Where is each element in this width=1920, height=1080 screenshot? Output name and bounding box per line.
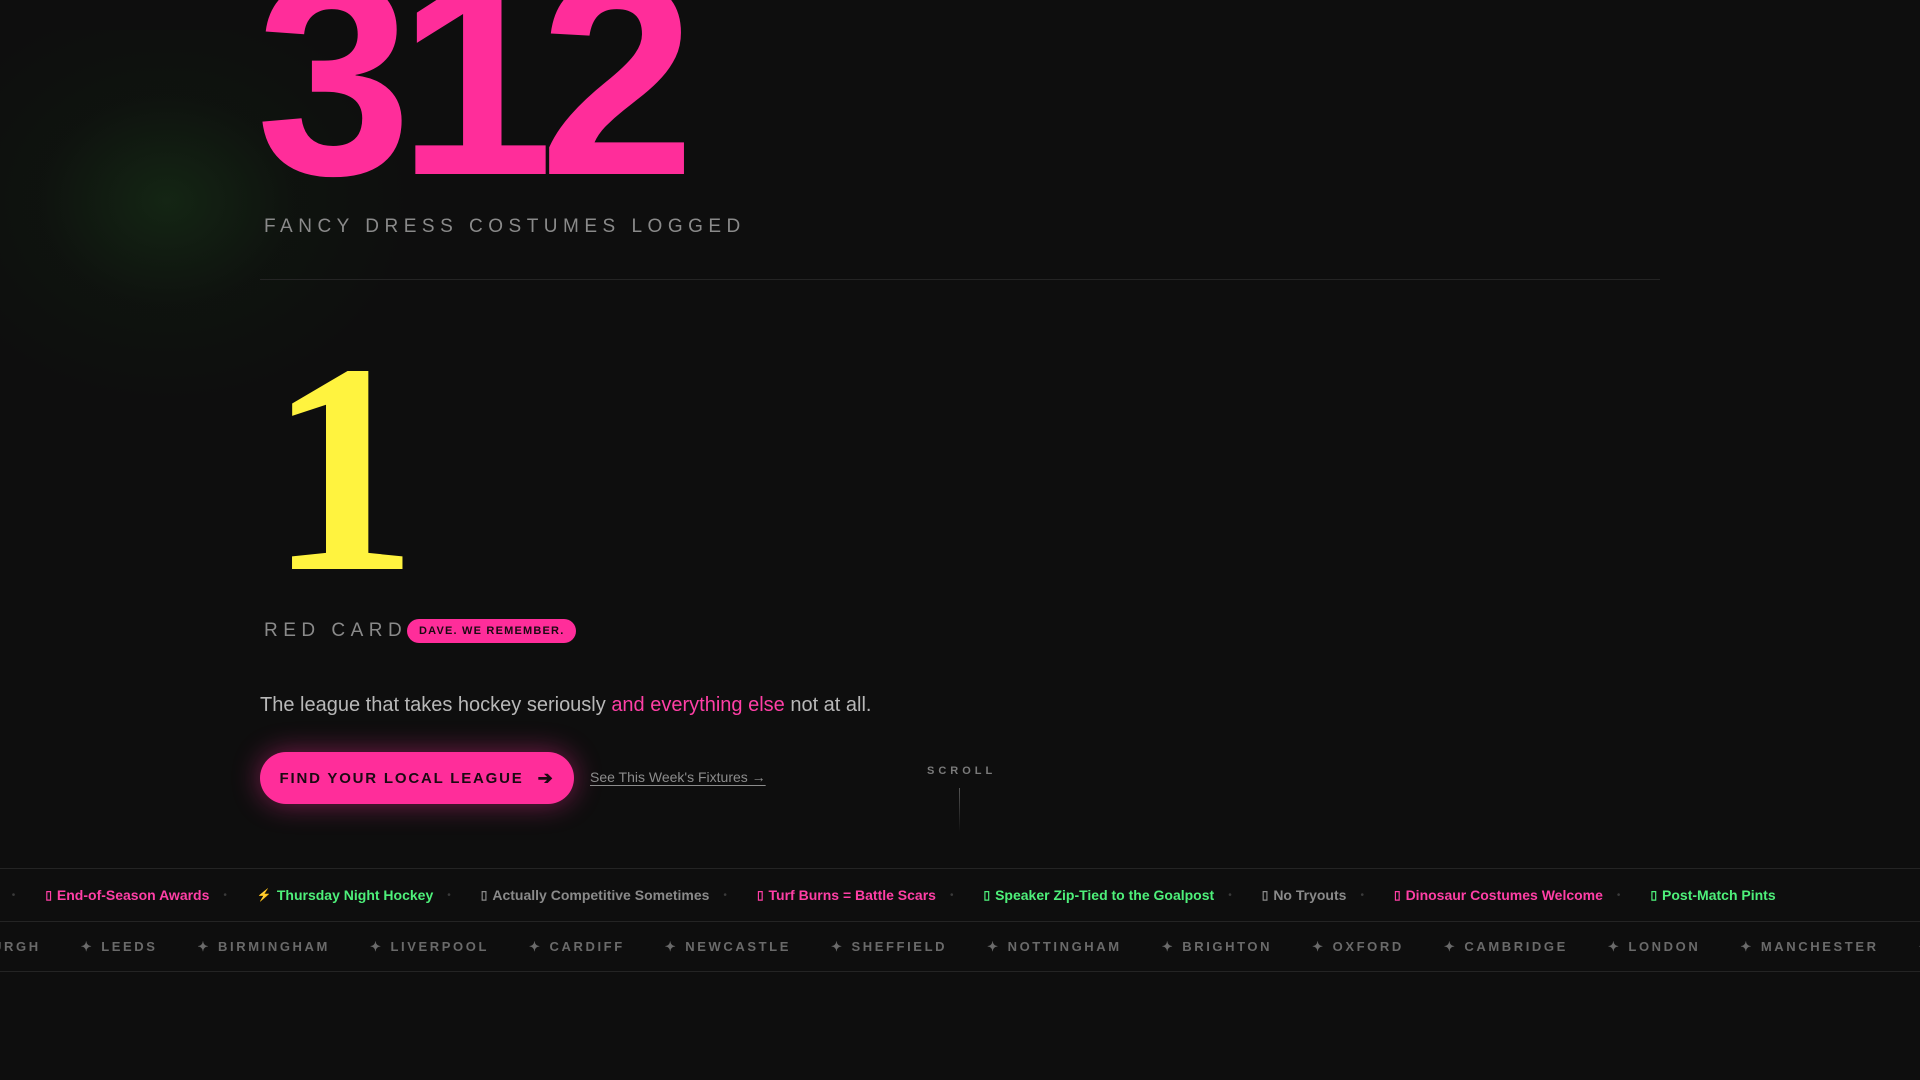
sparkle-icon: ✦ <box>369 938 384 954</box>
target-icon: ▯ <box>480 888 488 902</box>
sparkle-icon: ✦ <box>1740 938 1754 954</box>
arrow-right-icon: ➔ <box>537 767 555 788</box>
find-league-button-label: FIND YOUR LOCAL LEAGUE <box>279 769 524 787</box>
sparkle-icon: ✦ <box>1312 938 1326 954</box>
beer-icon: ▯ <box>1650 888 1658 902</box>
fixtures-link[interactable]: See This Week's Fixtures → <box>590 769 766 785</box>
ticker-item: ▯ Dinosaur Costumes Welcome <box>1394 887 1603 903</box>
features-ticker: s•▯End-of-Season Awards•⚡Thursday Night … <box>0 868 1920 921</box>
sparkle-icon: ✦ <box>80 938 95 954</box>
city-item: ✦ LIVERPOOL <box>370 939 489 955</box>
megaphone-icon: ▯ <box>983 888 991 902</box>
ticker-item-text: No Tryouts <box>1273 887 1347 903</box>
ticker-item-text: Dinosaur Costumes Welcome <box>1405 887 1603 903</box>
ticker-item: ▯ End-of-Season Awards <box>45 887 209 903</box>
ticker-item: ▯ Post-Match Pints <box>1650 887 1775 903</box>
city-name: URGH <box>0 939 41 954</box>
city-name: NOTTINGHAM <box>1007 938 1122 954</box>
ticker-separator: • <box>723 889 727 901</box>
ticker-separator: • <box>1360 889 1364 901</box>
city-item: ✦ NOTTINGHAM <box>987 939 1122 955</box>
city-name: LONDON <box>1628 938 1701 954</box>
red-card-stat-number: 1 <box>268 302 418 634</box>
tagline-highlight: and everything else <box>611 694 785 716</box>
city-name: NEWCASTLE <box>685 938 791 954</box>
ticker-item-text: Speaker Zip-Tied to the Goalpost <box>995 887 1215 903</box>
lightning-icon: ⚡ <box>256 888 272 902</box>
ticker-separator: • <box>11 889 16 901</box>
ticker-item-text: Thursday Night Hockey <box>276 887 434 903</box>
costumes-stat-label: FANCY DRESS COSTUMES LOGGED <box>264 216 746 237</box>
ticker-separator: • <box>1616 889 1621 901</box>
city-item: ✦ OXFORD <box>1312 939 1404 955</box>
red-card-stat-label: RED CARD <box>264 620 408 641</box>
ticker-separator: • <box>1228 889 1232 901</box>
sparkle-icon: ✦ <box>1443 938 1458 954</box>
section-divider <box>260 279 1660 280</box>
city-item: ✦ BRIGHTON <box>1162 939 1272 955</box>
find-league-button[interactable]: FIND YOUR LOCAL LEAGUE ➔ <box>260 752 574 804</box>
city-name: CAMBRIDGE <box>1464 938 1568 954</box>
ticker-separator: • <box>223 889 227 901</box>
sparkle-icon: ✦ <box>1161 938 1176 954</box>
scroll-indicator-line <box>959 788 960 832</box>
sparkle-icon: ✦ <box>1607 938 1622 954</box>
ticker-item-text: End-of-Season Awards <box>56 887 210 903</box>
dave-badge: DAVE. WE REMEMBER. <box>407 619 577 643</box>
ticker-item: ▯ Turf Burns = Battle Scars <box>757 887 936 903</box>
city-name: CARDIFF <box>549 938 625 954</box>
ban-icon: ▯ <box>1261 888 1269 902</box>
city-name: LEEDS <box>101 938 158 954</box>
city-item: ✦ LEEDS <box>81 939 158 955</box>
city-name: OXFORD <box>1332 938 1404 954</box>
costumes-stat-number: 312 <box>256 0 695 234</box>
city-item: ✦ CAMBRIDGE <box>1444 939 1568 955</box>
tagline-end: not at all. <box>784 694 872 716</box>
sparkle-icon: ✦ <box>830 938 845 954</box>
city-item: URGH <box>0 939 41 954</box>
sparkle-icon: ✦ <box>197 938 212 954</box>
ticker-item-text: Actually Competitive Sometimes <box>492 887 710 903</box>
ticker-item: ▯ No Tryouts <box>1262 887 1347 903</box>
bandage-icon: ▯ <box>756 888 764 902</box>
city-name: LIVERPOOL <box>390 938 489 954</box>
city-name: MANCHESTER <box>1760 938 1879 954</box>
tagline: The league that takes hockey seriously a… <box>260 694 871 717</box>
cities-ticker: URGH✦LEEDS✦BIRMINGHAM✦LIVERPOOL✦CARDIFF✦… <box>0 921 1920 972</box>
city-item: ✦ BIRMINGHAM <box>198 939 330 955</box>
tagline-start: The league that takes hockey seriously <box>260 694 612 716</box>
city-item: ✦ SHEFFIELD <box>831 939 947 955</box>
city-item: ✦ MANCHESTER <box>1740 939 1878 955</box>
trophy-icon: ▯ <box>45 888 52 902</box>
sparkle-icon: ✦ <box>529 938 543 954</box>
city-name: SHEFFIELD <box>851 938 948 954</box>
ticker-item: ▯ Actually Competitive Sometimes <box>481 887 710 903</box>
city-name: BRIGHTON <box>1182 938 1273 954</box>
ticker-item: ▯ Speaker Zip-Tied to the Goalpost <box>983 887 1214 903</box>
ticker-item-text: Turf Burns = Battle Scars <box>768 887 936 903</box>
city-name: BIRMINGHAM <box>218 938 330 954</box>
ticker-separator: • <box>949 889 954 901</box>
sparkle-icon: ✦ <box>664 938 679 954</box>
city-item: ✦ NEWCASTLE <box>665 939 791 955</box>
ticker-separator: • <box>447 889 451 901</box>
scroll-indicator-label: SCROLL <box>927 765 997 777</box>
sparkle-icon: ✦ <box>987 938 1001 954</box>
ticker-item-text: Post-Match Pints <box>1662 887 1776 903</box>
city-item: ✦ LONDON <box>1608 939 1700 955</box>
ticker-item: ⚡ Thursday Night Hockey <box>257 887 433 903</box>
dinosaur-icon: ▯ <box>1393 888 1401 902</box>
city-item: ✦ CARDIFF <box>529 939 625 955</box>
